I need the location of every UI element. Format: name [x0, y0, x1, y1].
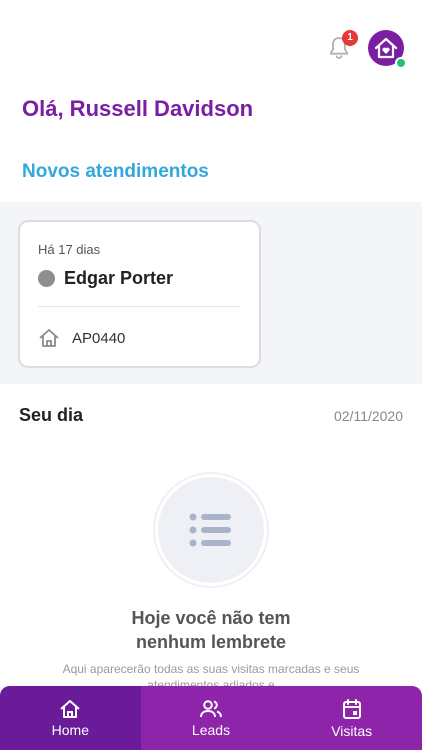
- your-day-date: 02/11/2020: [333, 408, 403, 424]
- notifications-button[interactable]: 1: [328, 30, 358, 60]
- empty-state-title-line2: nenhum lembrete: [135, 632, 287, 652]
- people-icon: [200, 699, 222, 717]
- house-heart-icon: [374, 37, 398, 59]
- lead-name: Edgar Porter: [64, 268, 174, 288]
- empty-state-description: Aqui aparecerão todas as suas visitas ma…: [62, 662, 360, 689]
- lead-name-row: Edgar Porter: [38, 268, 173, 289]
- home-icon: [60, 699, 80, 718]
- empty-state-title-line1: Hoje você não tem: [131, 608, 291, 628]
- nav-home[interactable]: Home: [0, 686, 141, 750]
- your-day-title: Seu dia: [19, 405, 84, 425]
- notification-count-badge: 1: [342, 30, 358, 46]
- online-status-dot: [395, 57, 407, 69]
- profile-avatar[interactable]: [368, 30, 407, 69]
- nav-leads-label: Leads: [191, 721, 231, 738]
- new-leads-title: Novos atendimentos: [22, 161, 209, 182]
- bottom-navigation: Home Leads Visitas: [0, 686, 422, 750]
- empty-state-title: Hoje você não tem nenhum lembrete: [0, 606, 422, 654]
- nav-leads[interactable]: Leads: [141, 686, 282, 750]
- calendar-icon: [342, 698, 361, 719]
- list-icon: [189, 513, 231, 547]
- nav-visits[interactable]: Visitas: [281, 686, 422, 750]
- nav-visits-label: Visitas: [331, 722, 373, 739]
- empty-state-illustration: [155, 474, 267, 586]
- top-bar: 1: [328, 30, 407, 69]
- lead-card[interactable]: Há 17 dias Edgar Porter AP0440: [18, 220, 261, 368]
- new-leads-carousel: Há 17 dias Edgar Porter AP0440: [0, 202, 422, 384]
- card-divider: [38, 306, 241, 307]
- house-icon: [39, 329, 59, 347]
- greeting-title: Olá, Russell Davidson: [22, 96, 254, 121]
- nav-home-label: Home: [51, 721, 90, 738]
- property-code: AP0440: [72, 329, 126, 347]
- lead-property-row: AP0440: [38, 328, 125, 348]
- lead-time-ago: Há 17 dias: [38, 242, 101, 257]
- lead-status-dot: [38, 270, 55, 287]
